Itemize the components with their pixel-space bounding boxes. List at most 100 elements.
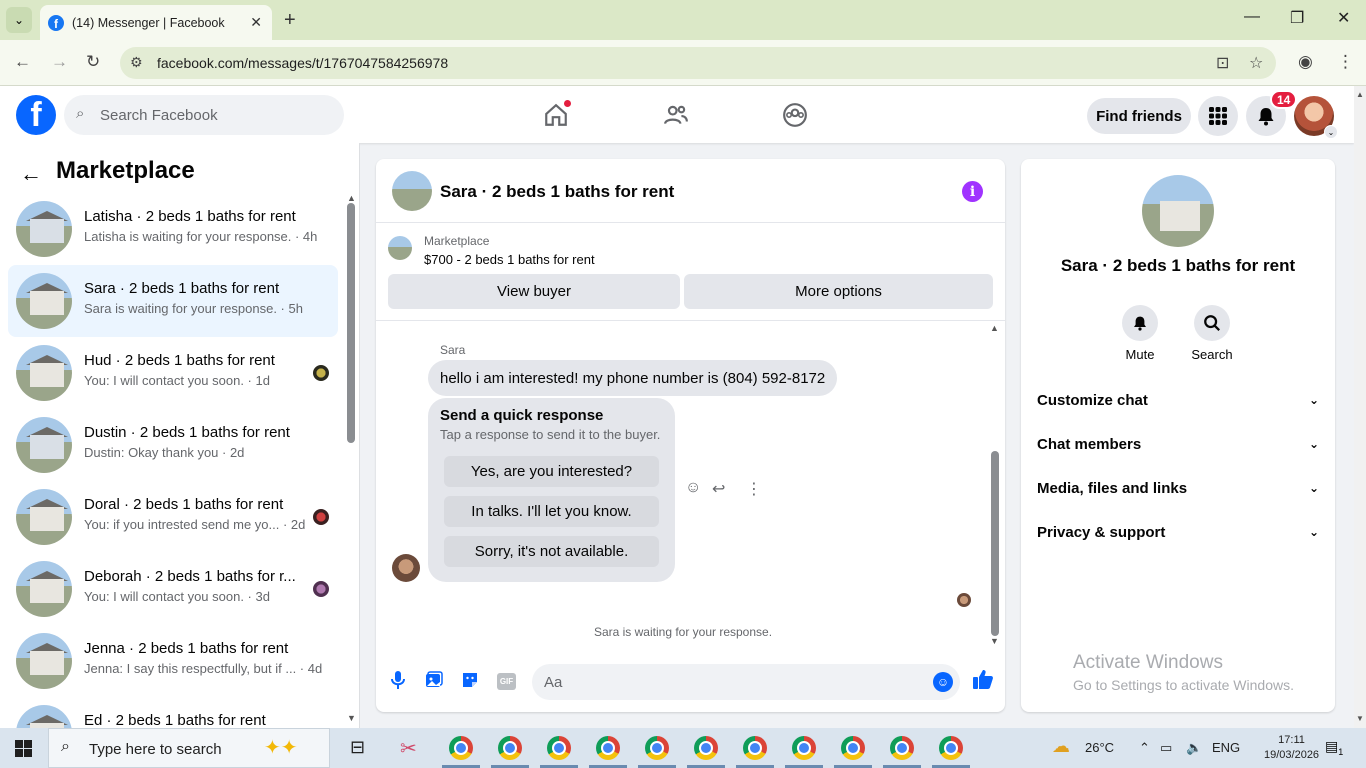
chrome-taskbar-icon[interactable] <box>596 736 620 760</box>
search-action[interactable]: Search <box>1182 305 1242 362</box>
chrome-taskbar-icon[interactable] <box>645 736 669 760</box>
weather-icon[interactable]: ☁ <box>1052 736 1070 757</box>
thumbs-up-like-icon[interactable] <box>972 668 994 696</box>
view-buyer-button[interactable]: View buyer <box>388 274 680 309</box>
conversation-item[interactable]: Deborah · 2 beds 1 baths for r... You: I… <box>8 553 338 625</box>
scroll-up-arrow-icon[interactable]: ▲ <box>347 193 356 203</box>
bookmark-star-icon[interactable]: ☆ <box>1249 53 1263 73</box>
chat-members-section[interactable]: Chat members ⌄ <box>1037 422 1319 466</box>
emoji-icon[interactable]: ☺ <box>933 672 953 692</box>
search-conversation-icon[interactable] <box>1194 305 1230 341</box>
back-icon[interactable]: ← <box>14 52 31 72</box>
chrome-taskbar-icon[interactable] <box>890 736 914 760</box>
windows-start-icon[interactable] <box>15 740 32 757</box>
photo-icon[interactable] <box>424 670 444 690</box>
account-avatar[interactable]: ⌄ <box>1294 96 1338 139</box>
page-scroll-down-icon[interactable]: ▼ <box>1356 714 1364 723</box>
sender-avatar[interactable] <box>392 554 420 582</box>
chat-scrollbar[interactable] <box>991 451 999 636</box>
language-indicator[interactable]: ENG <box>1212 740 1240 755</box>
privacy-support-section[interactable]: Privacy & support ⌄ <box>1037 510 1319 554</box>
groups-icon[interactable] <box>780 100 810 130</box>
network-icon[interactable]: ▭ <box>1160 740 1172 756</box>
gif-icon[interactable]: GIF <box>497 673 516 690</box>
menu-grid-icon[interactable] <box>1198 96 1238 136</box>
chat-title[interactable]: Sara · 2 beds 1 baths for rent <box>440 182 674 202</box>
weather-temperature[interactable]: 26°C <box>1085 740 1114 755</box>
facebook-search[interactable]: ⌕ <box>64 95 344 135</box>
quick-response-button[interactable]: Yes, are you interested? <box>444 456 659 487</box>
quick-response-button[interactable]: Sorry, it's not available. <box>444 536 659 567</box>
chrome-taskbar-icon[interactable] <box>498 736 522 760</box>
quick-response-button[interactable]: In talks. I'll let you know. <box>444 496 659 527</box>
sidebar-scrollbar[interactable] <box>347 203 355 443</box>
scroll-down-arrow-icon[interactable]: ▼ <box>347 713 356 723</box>
react-emoji-icon[interactable]: ☺ <box>685 479 701 497</box>
conversation-item[interactable]: Sara · 2 beds 1 baths for rent Sara is w… <box>8 265 338 337</box>
activate-windows-subtitle: Go to Settings to activate Windows. <box>1073 677 1294 693</box>
facebook-search-input[interactable] <box>100 95 330 135</box>
sticker-icon[interactable] <box>460 670 480 690</box>
install-app-icon[interactable]: ⊡ <box>1216 53 1229 73</box>
chevron-down-icon: ⌄ <box>1308 437 1319 451</box>
more-actions-icon[interactable]: ⋮ <box>746 479 762 499</box>
chrome-taskbar-icon[interactable] <box>792 736 816 760</box>
minimize-icon[interactable]: — <box>1244 8 1260 26</box>
reply-icon[interactable]: ↩ <box>712 479 725 499</box>
customize-chat-section[interactable]: Customize chat ⌄ <box>1037 378 1319 422</box>
info-icon[interactable]: i <box>962 181 983 202</box>
snipping-tool-icon[interactable]: ✂ <box>400 736 417 761</box>
media-files-links-section[interactable]: Media, files and links ⌄ <box>1037 466 1319 510</box>
chrome-taskbar-icon[interactable] <box>694 736 718 760</box>
more-options-button[interactable]: More options <box>684 274 993 309</box>
chrome-taskbar-icon[interactable] <box>841 736 865 760</box>
close-window-icon[interactable]: ✕ <box>1337 8 1350 28</box>
site-info-icon[interactable]: ⚙ <box>130 54 143 71</box>
chat-scroll-up-icon[interactable]: ▲ <box>990 323 999 333</box>
tab-search-button[interactable]: ⌄ <box>6 7 32 33</box>
browser-tab[interactable]: f (14) Messenger | Facebook ✕ <box>40 5 272 40</box>
conversation-item[interactable]: Latisha · 2 beds 1 baths for rent Latish… <box>8 193 338 265</box>
tray-overflow-icon[interactable]: ⌃ <box>1139 740 1150 756</box>
chat-listing-thumbnail[interactable] <box>392 171 432 211</box>
friends-icon[interactable] <box>661 100 691 130</box>
conversation-item[interactable]: Ed · 2 beds 1 baths for rent <box>8 697 338 728</box>
chat-scroll-down-icon[interactable]: ▼ <box>990 636 999 646</box>
message-input[interactable] <box>544 664 914 700</box>
tab-close-icon[interactable]: ✕ <box>250 14 262 31</box>
forward-icon[interactable]: → <box>51 52 68 72</box>
maximize-icon[interactable]: ❐ <box>1290 8 1304 28</box>
chrome-taskbar-icon[interactable] <box>743 736 767 760</box>
conversation-item[interactable]: Dustin · 2 beds 1 baths for rent Dustin:… <box>8 409 338 481</box>
conversation-item[interactable]: Hud · 2 beds 1 baths for rent You: I wil… <box>8 337 338 409</box>
taskbar-search[interactable]: ⌕ Type here to search ✦✦ <box>48 728 330 768</box>
chrome-taskbar-icon[interactable] <box>939 736 963 760</box>
volume-icon[interactable]: 🔈 <box>1186 740 1202 756</box>
page-scroll-up-icon[interactable]: ▲ <box>1356 90 1364 99</box>
page-scrollbar[interactable]: ▲ ▼ <box>1354 86 1366 728</box>
profile-icon[interactable]: ◉ <box>1298 52 1313 72</box>
mute-bell-icon[interactable] <box>1122 305 1158 341</box>
microphone-icon[interactable] <box>388 670 408 690</box>
listing-price[interactable]: $700 - 2 beds 1 baths for rent <box>424 252 595 267</box>
conversation-item[interactable]: Doral · 2 beds 1 baths for rent You: if … <box>8 481 338 553</box>
account-chevron-icon[interactable]: ⌄ <box>1324 125 1338 139</box>
url-omnibox[interactable]: ⚙ facebook.com/messages/t/17670475842569… <box>120 47 1276 79</box>
action-center-icon[interactable]: ▤1 <box>1325 738 1345 757</box>
browser-menu-icon[interactable]: ⋮ <box>1337 52 1354 72</box>
chrome-taskbar-icon[interactable] <box>547 736 571 760</box>
chrome-taskbar-icon[interactable] <box>449 736 473 760</box>
incoming-message[interactable]: hello i am interested! my phone number i… <box>428 360 838 396</box>
reload-icon[interactable]: ↻ <box>86 52 100 72</box>
mute-action[interactable]: Mute <box>1110 305 1170 362</box>
taskbar-clock[interactable]: 17:11 19/03/2026 <box>1264 733 1319 763</box>
conversation-item[interactable]: Jenna · 2 beds 1 baths for rent Jenna: I… <box>8 625 338 697</box>
message-input-box[interactable]: ☺ <box>532 664 960 700</box>
task-view-icon[interactable]: ⊟ <box>350 737 365 758</box>
facebook-logo-icon[interactable]: f <box>16 95 56 135</box>
url-text[interactable]: facebook.com/messages/t/1767047584256978 <box>157 55 448 71</box>
back-arrow-icon[interactable]: ← <box>20 161 42 187</box>
new-tab-button[interactable]: + <box>284 9 296 32</box>
find-friends-button[interactable]: Find friends <box>1087 98 1191 134</box>
details-listing-thumbnail[interactable] <box>1142 175 1214 247</box>
